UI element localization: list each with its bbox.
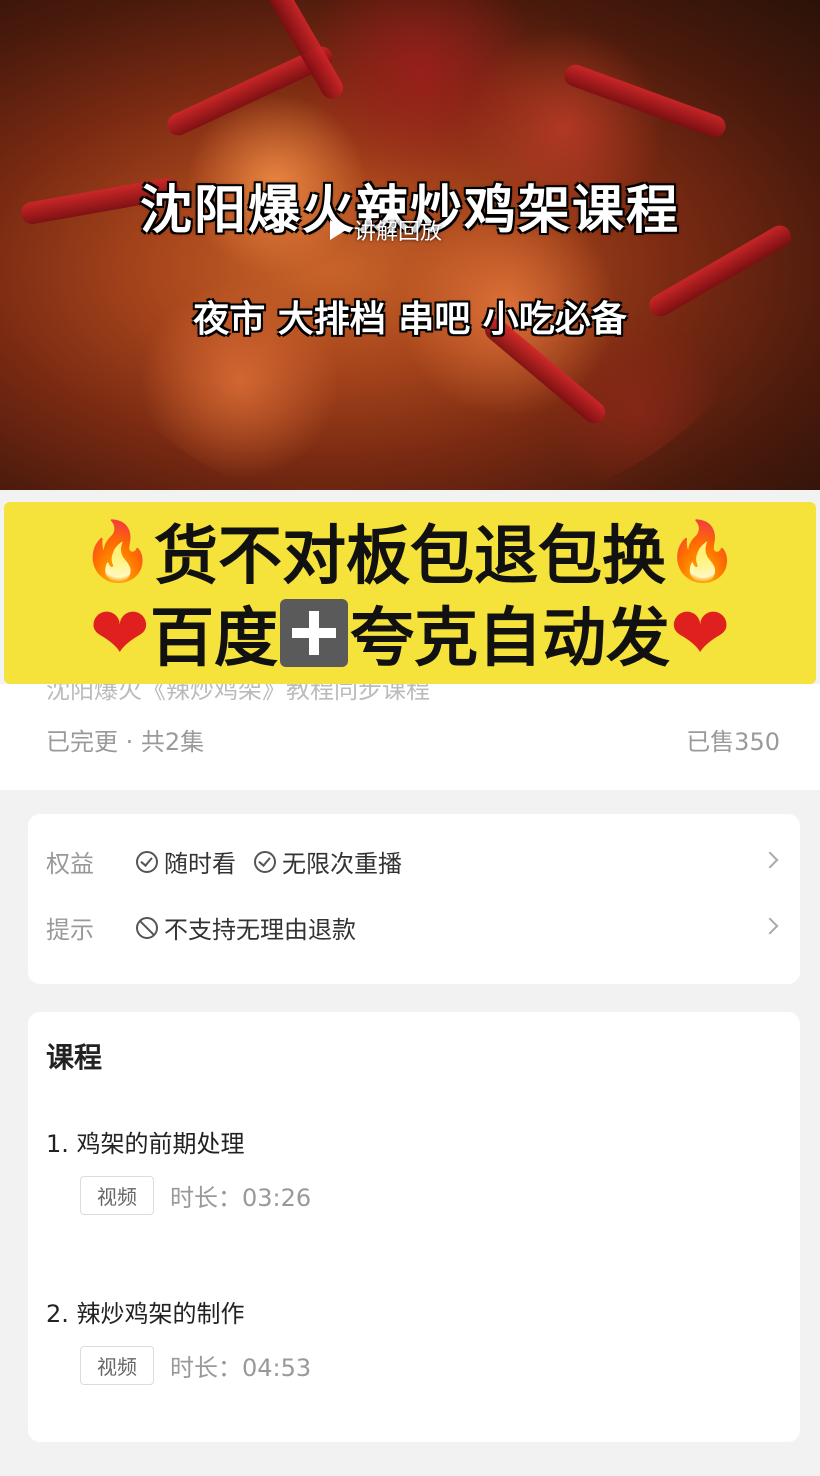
promo-line-1: 🔥 货不对板包退包换 🔥 <box>4 510 816 594</box>
promo-line-2: ❤ 百度 夸克自动发 ❤ <box>4 591 816 676</box>
promo-text-2b: 夸克自动发 <box>350 602 670 676</box>
sold-count: 已售350 <box>686 728 780 756</box>
promo-text-2a: 百度 <box>150 602 278 676</box>
notice-label: 提示 <box>46 916 94 944</box>
notice-item: 不支持无理由退款 <box>136 910 356 945</box>
fire-icon: 🔥 <box>81 517 154 585</box>
rights-card <box>28 814 800 984</box>
benefits-label: 权益 <box>46 850 94 878</box>
check-circle-icon <box>136 850 158 873</box>
heart-icon: ❤ <box>670 591 731 675</box>
benefit-item: 无限次重播 <box>254 844 402 879</box>
lessons-section-title: 课程 <box>46 1041 103 1074</box>
course-cover-image[interactable]: 沈阳爆火辣炒鸡架课程 讲解回放 夜市 大排档 串吧 小吃必备 <box>0 0 820 490</box>
benefits-row[interactable]: 权益 随时看 无限次重播 <box>46 844 420 879</box>
video-tag: 视频 <box>80 1346 154 1385</box>
lesson-meta: 视频 时长：03:26 <box>80 1176 311 1215</box>
heart-icon: ❤ <box>89 591 150 675</box>
ban-icon <box>136 916 158 939</box>
lesson-duration: 时长：04:53 <box>170 1354 312 1382</box>
video-tag: 视频 <box>80 1176 154 1215</box>
lesson-meta: 视频 时长：04:53 <box>80 1346 311 1385</box>
lesson-title[interactable]: 1. 鸡架的前期处理 <box>46 1124 245 1159</box>
replay-button[interactable]: 讲解回放 <box>330 214 442 246</box>
lesson-title[interactable]: 2. 辣炒鸡架的制作 <box>46 1294 245 1329</box>
promo-banner: 🔥 货不对板包退包换 🔥 ❤ 百度 夸克自动发 ❤ <box>4 502 816 684</box>
cover-subtitle: 夜市 大排档 串吧 小吃必备 <box>193 299 627 340</box>
check-circle-icon <box>254 850 276 873</box>
notice-row[interactable]: 提示 不支持无理由退款 <box>46 910 374 945</box>
benefit-item: 随时看 <box>136 844 236 879</box>
play-icon <box>330 220 346 240</box>
promo-text-1: 货不对板包退包换 <box>154 520 666 594</box>
lesson-duration: 时长：03:26 <box>170 1184 312 1212</box>
course-status: 已完更 · 共2集 <box>46 728 205 756</box>
replay-label: 讲解回放 <box>354 220 443 245</box>
plus-icon <box>280 599 348 667</box>
course-title: 沈阳爆火《辣炒鸡架》教程同步课程 <box>46 684 430 704</box>
fire-icon: 🔥 <box>666 517 739 585</box>
